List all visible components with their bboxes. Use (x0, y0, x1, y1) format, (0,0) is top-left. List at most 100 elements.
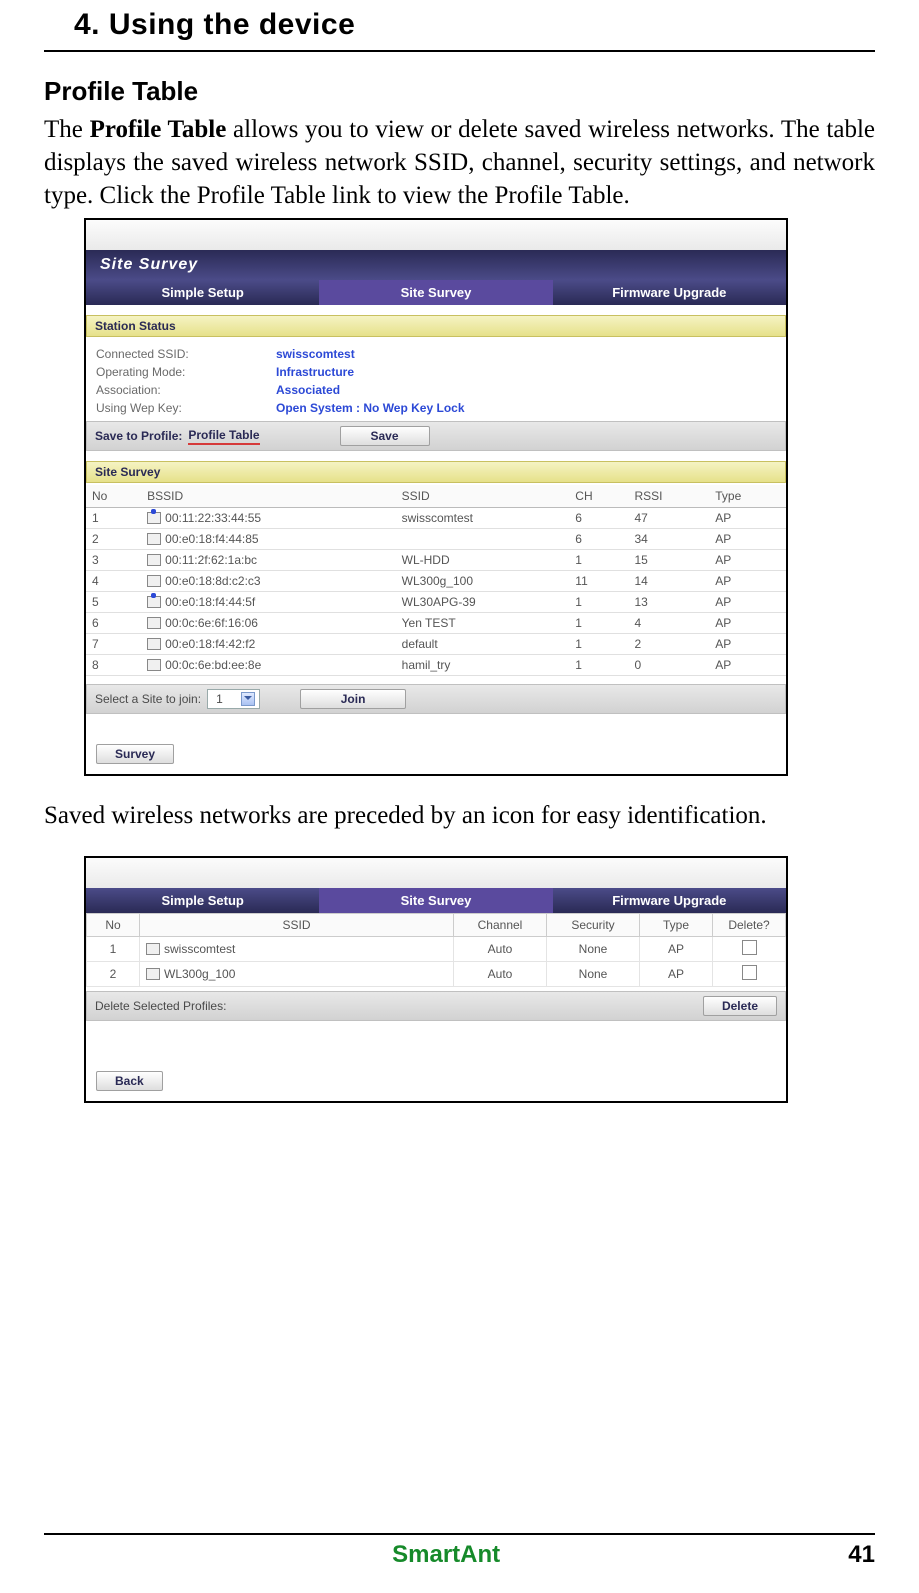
page-brand: Site Survey (86, 250, 786, 280)
delete-checkbox[interactable] (742, 940, 757, 955)
table-row[interactable]: 800:0c:6e:bd:ee:8ehamil_try10AP (86, 655, 786, 676)
intro-bold: Profile Table (90, 116, 227, 143)
join-select-value: 1 (216, 692, 223, 706)
table-row[interactable]: 400:e0:18:8d:c2:c3WL300g_1001114AP (86, 571, 786, 592)
col-delete: Delete? (713, 914, 786, 937)
table-row[interactable]: 600:0c:6e:6f:16:06Yen TEST14AP (86, 613, 786, 634)
cell-ssid: WL300g_100 (396, 571, 570, 592)
tab-firmware-upgrade[interactable]: Firmware Upgrade (553, 280, 786, 305)
cell-no: 4 (86, 571, 141, 592)
save-to-profile-label: Save to Profile: (95, 429, 182, 443)
network-icon (147, 638, 161, 650)
network-icon (147, 617, 161, 629)
cell-ssid: swisscomtest (140, 937, 454, 962)
cell-ssid (396, 529, 570, 550)
table-row[interactable]: 500:e0:18:f4:44:5fWL30APG-39113AP (86, 592, 786, 613)
join-select[interactable]: 1 (207, 689, 260, 709)
value-operating-mode: Infrastructure (276, 363, 354, 381)
cell-ch: 1 (569, 655, 628, 676)
profiles-table: No SSID Channel Security Type Delete? 1s… (86, 913, 786, 987)
tab-simple-setup[interactable]: Simple Setup (86, 280, 319, 305)
cell-no: 7 (86, 634, 141, 655)
cell-type: AP (709, 613, 786, 634)
cell-rssi: 13 (629, 592, 710, 613)
tab-bar: Simple Setup Site Survey Firmware Upgrad… (86, 280, 786, 305)
cell-rssi: 34 (629, 529, 710, 550)
tab-simple-setup[interactable]: Simple Setup (86, 888, 319, 913)
cell-type: AP (709, 550, 786, 571)
cell-security: None (547, 962, 640, 987)
tab-site-survey[interactable]: Site Survey (319, 888, 552, 913)
label-association: Association: (96, 381, 276, 399)
col-ch: CH (569, 485, 628, 508)
network-icon (147, 533, 161, 545)
caption-paragraph: Saved wireless networks are preceded by … (44, 802, 875, 830)
cell-no: 5 (86, 592, 141, 613)
cell-bssid: 00:e0:18:8d:c2:c3 (141, 571, 395, 592)
profile-table-link[interactable]: Profile Table (188, 428, 259, 445)
col-channel: Channel (454, 914, 547, 937)
join-row: Select a Site to join: 1 Join (86, 684, 786, 714)
join-label: Select a Site to join: (95, 692, 201, 706)
cell-rssi: 15 (629, 550, 710, 571)
intro-paragraph: The Profile Table allows you to view or … (44, 113, 875, 212)
cell-type: AP (709, 655, 786, 676)
cell-channel: Auto (454, 962, 547, 987)
cell-ch: 1 (569, 550, 628, 571)
cell-rssi: 4 (629, 613, 710, 634)
cell-security: None (547, 937, 640, 962)
delete-profiles-row: Delete Selected Profiles: Delete (86, 991, 786, 1021)
cell-bssid: 00:11:22:33:44:55 (141, 508, 395, 529)
network-icon (146, 968, 160, 980)
label-wep-key: Using Wep Key: (96, 399, 276, 417)
delete-checkbox[interactable] (742, 965, 757, 980)
cell-no: 2 (86, 529, 141, 550)
footer-page-number: 41 (848, 1541, 875, 1569)
cell-ssid: hamil_try (396, 655, 570, 676)
chevron-down-icon (241, 692, 255, 706)
cell-ch: 1 (569, 592, 628, 613)
table-row[interactable]: 300:11:2f:62:1a:bcWL-HDD115AP (86, 550, 786, 571)
delete-profiles-label: Delete Selected Profiles: (95, 999, 226, 1013)
cell-type: AP (709, 508, 786, 529)
cell-no: 3 (86, 550, 141, 571)
tab-site-survey[interactable]: Site Survey (319, 280, 552, 305)
col-rssi: RSSI (629, 485, 710, 508)
cell-no: 6 (86, 613, 141, 634)
table-row[interactable]: 700:e0:18:f4:42:f2default12AP (86, 634, 786, 655)
cell-type: AP (709, 571, 786, 592)
cell-ssid: WL300g_100 (140, 962, 454, 987)
page-footer: SmartAnt 41 (44, 1533, 875, 1569)
tab-firmware-upgrade[interactable]: Firmware Upgrade (553, 888, 786, 913)
col-ssid: SSID (140, 914, 454, 937)
table-row[interactable]: 1swisscomtestAutoNoneAP (87, 937, 786, 962)
cell-ch: 6 (569, 508, 628, 529)
save-button[interactable]: Save (340, 426, 430, 446)
cell-type: AP (709, 634, 786, 655)
col-type: Type (640, 914, 713, 937)
site-survey-table: No BSSID SSID CH RSSI Type 100:11:22:33:… (86, 485, 786, 676)
window-topbar (86, 220, 786, 250)
col-no: No (87, 914, 140, 937)
table-row[interactable]: 200:e0:18:f4:44:85634AP (86, 529, 786, 550)
section-heading: Profile Table (44, 76, 875, 107)
divider (44, 50, 875, 52)
cell-delete (713, 962, 786, 987)
cell-no: 8 (86, 655, 141, 676)
table-row[interactable]: 100:11:22:33:44:55swisscomtest647AP (86, 508, 786, 529)
cell-ch: 1 (569, 613, 628, 634)
join-button[interactable]: Join (300, 689, 407, 709)
table-row[interactable]: 2WL300g_100AutoNoneAP (87, 962, 786, 987)
cell-bssid: 00:0c:6e:6f:16:06 (141, 613, 395, 634)
cell-rssi: 0 (629, 655, 710, 676)
value-connected-ssid: swisscomtest (276, 345, 355, 363)
label-connected-ssid: Connected SSID: (96, 345, 276, 363)
cell-rssi: 47 (629, 508, 710, 529)
back-button[interactable]: Back (96, 1071, 163, 1091)
footer-brand: SmartAnt (44, 1541, 848, 1569)
delete-button[interactable]: Delete (703, 996, 777, 1016)
tab-bar: Simple Setup Site Survey Firmware Upgrad… (86, 888, 786, 913)
profile-table-screenshot: Simple Setup Site Survey Firmware Upgrad… (84, 856, 788, 1103)
survey-button[interactable]: Survey (96, 744, 174, 764)
cell-ssid: default (396, 634, 570, 655)
